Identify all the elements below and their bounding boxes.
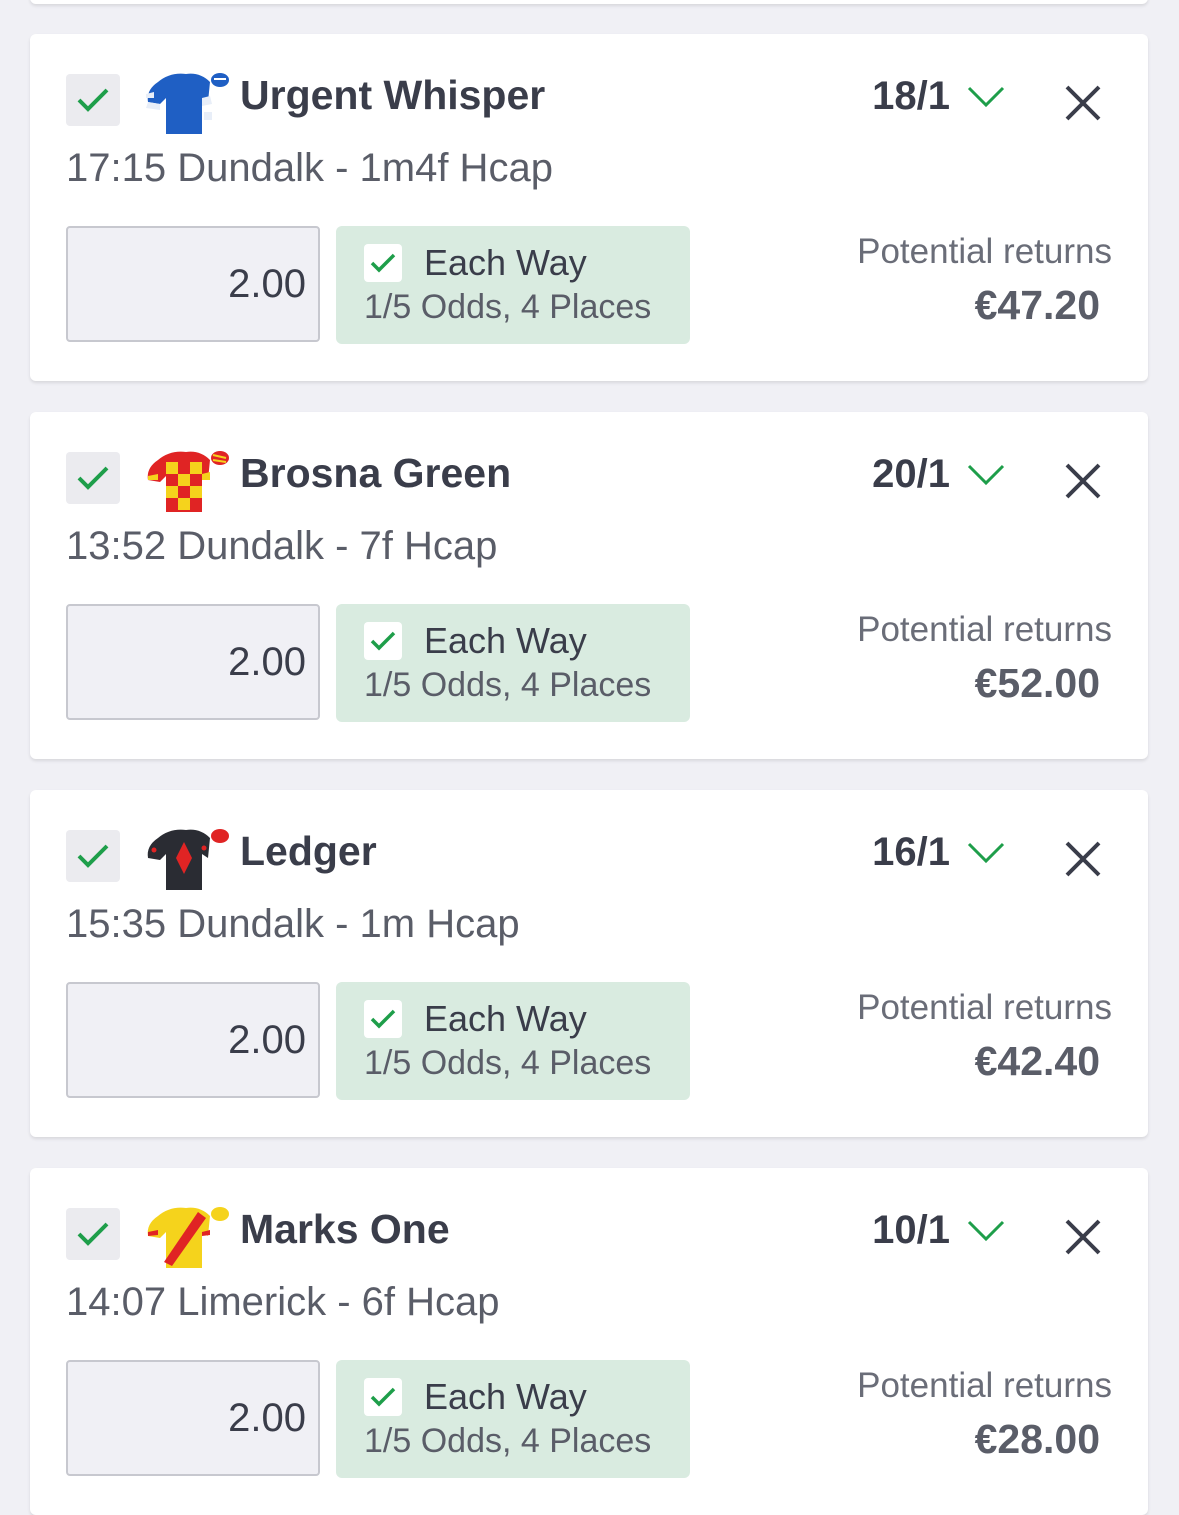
stake-input[interactable] xyxy=(66,982,320,1098)
check-icon xyxy=(370,1387,396,1407)
each-way-terms: 1/5 Odds, 4 Places xyxy=(364,666,652,704)
chevron-down-icon xyxy=(967,1220,1005,1241)
each-way-label: Each Way xyxy=(424,620,587,661)
each-way-checkbox[interactable] xyxy=(364,1000,402,1038)
potential-returns-value: €47.20 xyxy=(974,282,1100,328)
odds-selector[interactable]: 16/1 xyxy=(872,830,1006,875)
check-icon xyxy=(77,88,109,112)
bet-card: Urgent Whisper 17:15 Dundalk - 1m4f Hcap… xyxy=(30,34,1148,381)
bet-card: Ledger 15:35 Dundalk - 1m Hcap 16/1 Each… xyxy=(30,790,1148,1137)
stake-input[interactable] xyxy=(66,1360,320,1476)
odds-selector[interactable]: 20/1 xyxy=(872,452,1006,497)
bet-card: Brosna Green 13:52 Dundalk - 7f Hcap 20/… xyxy=(30,412,1148,759)
each-way-terms: 1/5 Odds, 4 Places xyxy=(364,1044,652,1082)
each-way-terms: 1/5 Odds, 4 Places xyxy=(364,1422,652,1460)
close-icon[interactable] xyxy=(1060,1214,1106,1260)
chevron-down-icon xyxy=(967,464,1005,485)
odds-selector[interactable]: 18/1 xyxy=(872,74,1006,119)
stake-input[interactable] xyxy=(66,226,320,342)
black-red-diamond-silks xyxy=(147,829,229,890)
horse-name: Brosna Green xyxy=(240,450,512,496)
race-info: 14:07 Limerick - 6f Hcap xyxy=(66,1280,500,1324)
potential-returns-label: Potential returns xyxy=(857,1366,1112,1405)
race-info: 15:35 Dundalk - 1m Hcap xyxy=(66,902,520,946)
odds-value: 16/1 xyxy=(872,830,950,874)
each-way-label: Each Way xyxy=(424,242,587,283)
close-icon[interactable] xyxy=(1060,80,1106,126)
each-way-terms: 1/5 Odds, 4 Places xyxy=(364,288,652,326)
odds-value: 20/1 xyxy=(872,452,950,496)
each-way-label: Each Way xyxy=(424,1376,587,1417)
check-icon xyxy=(77,466,109,490)
odds-selector[interactable]: 10/1 xyxy=(872,1208,1006,1253)
check-icon xyxy=(370,631,396,651)
each-way-toggle[interactable]: Each Way 1/5 Odds, 4 Places xyxy=(336,982,690,1100)
potential-returns-value: €42.40 xyxy=(974,1038,1100,1084)
horse-name: Ledger xyxy=(240,828,377,874)
check-icon xyxy=(77,844,109,868)
chevron-down-icon xyxy=(967,842,1005,863)
odds-value: 18/1 xyxy=(872,74,950,118)
each-way-toggle[interactable]: Each Way 1/5 Odds, 4 Places xyxy=(336,1360,690,1478)
race-info: 13:52 Dundalk - 7f Hcap xyxy=(66,524,498,568)
each-way-toggle[interactable]: Each Way 1/5 Odds, 4 Places xyxy=(336,604,690,722)
each-way-checkbox[interactable] xyxy=(364,1378,402,1416)
red-yellow-check-silks xyxy=(147,451,229,512)
previous-bet-card-edge xyxy=(30,0,1148,4)
bet-select-checkbox[interactable] xyxy=(66,1208,120,1260)
potential-returns-label: Potential returns xyxy=(857,610,1112,649)
royal-blue-silks xyxy=(146,73,229,134)
each-way-checkbox[interactable] xyxy=(364,244,402,282)
race-info: 17:15 Dundalk - 1m4f Hcap xyxy=(66,146,553,190)
yellow-red-sash-silks xyxy=(147,1207,229,1268)
each-way-checkbox[interactable] xyxy=(364,622,402,660)
each-way-label: Each Way xyxy=(424,998,587,1039)
horse-name: Urgent Whisper xyxy=(240,72,546,118)
bet-select-checkbox[interactable] xyxy=(66,452,120,504)
horse-name: Marks One xyxy=(240,1206,450,1252)
bet-select-checkbox[interactable] xyxy=(66,830,120,882)
odds-value: 10/1 xyxy=(872,1208,950,1252)
close-icon[interactable] xyxy=(1060,458,1106,504)
chevron-down-icon xyxy=(967,86,1005,107)
close-icon[interactable] xyxy=(1060,836,1106,882)
bet-card: Marks One 14:07 Limerick - 6f Hcap 10/1 … xyxy=(30,1168,1148,1515)
check-icon xyxy=(370,1009,396,1029)
stake-input[interactable] xyxy=(66,604,320,720)
potential-returns-label: Potential returns xyxy=(857,988,1112,1027)
potential-returns-label: Potential returns xyxy=(857,232,1112,271)
check-icon xyxy=(77,1222,109,1246)
potential-returns-value: €28.00 xyxy=(974,1416,1100,1462)
check-icon xyxy=(370,253,396,273)
bet-select-checkbox[interactable] xyxy=(66,74,120,126)
each-way-toggle[interactable]: Each Way 1/5 Odds, 4 Places xyxy=(336,226,690,344)
potential-returns-value: €52.00 xyxy=(974,660,1100,706)
